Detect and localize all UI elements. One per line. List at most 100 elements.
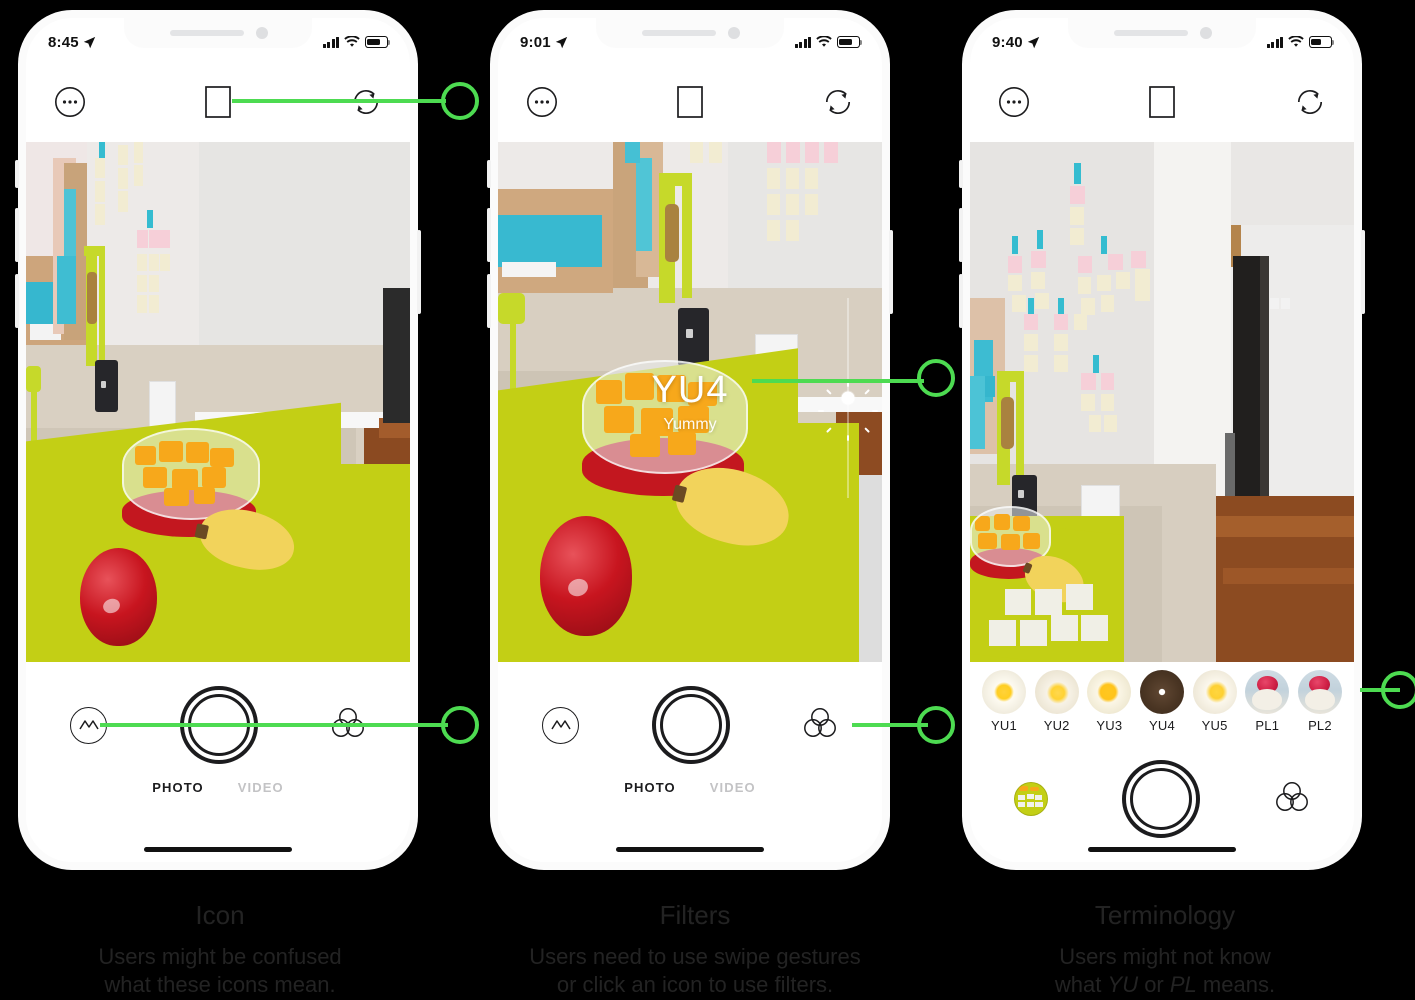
filter-thumbnail[interactable]	[1192, 670, 1237, 714]
volume-up-button[interactable]	[487, 208, 491, 262]
home-indicator[interactable]	[616, 847, 764, 852]
volume-up-button[interactable]	[15, 208, 19, 262]
filter-label: PL1	[1255, 718, 1280, 733]
filter-label: YU5	[1201, 718, 1228, 733]
photo-thumbnail-preview[interactable]	[1014, 782, 1048, 816]
callout-line-filters-icon-1	[100, 723, 448, 727]
filter-thumbnail[interactable]	[982, 670, 1026, 714]
exposure-slider[interactable]	[818, 298, 879, 498]
filter-item-pl1[interactable]: PL1	[1243, 670, 1291, 733]
battery-icon	[365, 36, 391, 48]
filter-thumbnail-selected[interactable]	[1139, 670, 1184, 714]
filters-three-circles-icon[interactable]	[802, 706, 838, 745]
tab-video[interactable]: VIDEO	[710, 780, 756, 795]
filter-item-yu3[interactable]: YU3	[1085, 670, 1133, 733]
notch	[596, 18, 784, 48]
phone-mockup-3: 9:40 YU1 YU2 YU3 YU4 YU5 PL1 PL2	[959, 10, 1365, 870]
status-time: 9:01	[520, 33, 551, 51]
camera-viewfinder-3[interactable]	[970, 142, 1354, 662]
shutter-button[interactable]	[651, 686, 730, 764]
caption-title: Filters	[657, 900, 733, 934]
caption-body: Users might be confused what these icons…	[10, 943, 430, 999]
camera-bottom-controls-3	[970, 748, 1354, 862]
mute-switch[interactable]	[959, 160, 963, 188]
earpiece-speaker	[642, 30, 716, 36]
home-indicator[interactable]	[144, 847, 292, 852]
camera-bottom-controls-1: PHOTO VIDEO	[26, 662, 410, 862]
power-button[interactable]	[417, 230, 421, 314]
aspect-ratio-icon[interactable]	[1149, 86, 1175, 118]
tab-photo[interactable]: PHOTO	[152, 780, 204, 795]
caption-line-1: Users might be confused	[98, 944, 342, 969]
filter-item-yu2[interactable]: YU2	[1033, 670, 1081, 733]
phone-mockup-2: 9:01 YU4 Yummy PHOTO VIDEO	[487, 10, 893, 870]
more-options-icon[interactable]	[998, 86, 1030, 118]
power-button[interactable]	[889, 230, 893, 314]
phone-screen-3: 9:40 YU1 YU2 YU3 YU4 YU5 PL1 PL2	[970, 18, 1354, 862]
caption-line-2: or click an icon to use filters.	[556, 972, 834, 998]
volume-down-button[interactable]	[15, 274, 19, 328]
phone-screen-2: 9:01 YU4 Yummy PHOTO VIDEO	[498, 18, 882, 862]
tab-video[interactable]: VIDEO	[238, 780, 284, 795]
location-arrow-icon	[83, 36, 96, 48]
status-time: 9:40	[992, 33, 1023, 51]
filter-item-yu1[interactable]: YU1	[980, 670, 1028, 733]
filter-strip[interactable]: YU1 YU2 YU3 YU4 YU5 PL1 PL2	[970, 662, 1354, 748]
caption-title: Icon	[193, 900, 247, 934]
filter-subtitle-label: Yummy	[663, 415, 717, 433]
mountain-filter-icon[interactable]	[542, 706, 579, 744]
filter-thumbnail[interactable]	[1297, 670, 1342, 714]
filter-thumbnail[interactable]	[1087, 670, 1132, 714]
aspect-ratio-icon[interactable]	[205, 86, 231, 118]
location-arrow-icon	[1027, 36, 1040, 48]
volume-up-button[interactable]	[959, 208, 963, 262]
front-camera	[728, 27, 740, 39]
battery-icon	[1309, 36, 1335, 48]
status-indicators	[1266, 32, 1335, 48]
caption-line2-pre: what	[1054, 972, 1108, 998]
tab-photo[interactable]: PHOTO	[624, 780, 676, 795]
camera-top-toolbar-2	[498, 62, 882, 142]
power-button[interactable]	[1361, 230, 1365, 314]
volume-down-button[interactable]	[487, 274, 491, 328]
caption-line-2: what these icons mean.	[104, 972, 336, 998]
flip-camera-icon[interactable]	[1294, 86, 1326, 118]
captured-photo-room-scene	[26, 142, 410, 662]
shutter-row-3	[970, 760, 1354, 838]
phone-screen-1: 8:45 PHOTO VIDEO	[26, 18, 410, 862]
caption-body: Users need to use swipe gestures or clic…	[485, 943, 905, 999]
signal-bars-icon	[322, 36, 339, 48]
mute-switch[interactable]	[487, 160, 491, 188]
aspect-ratio-icon[interactable]	[677, 86, 703, 118]
volume-down-button[interactable]	[959, 274, 963, 328]
filter-name-label: YU4	[651, 368, 729, 411]
status-time: 8:45	[48, 33, 79, 51]
mute-switch[interactable]	[15, 160, 19, 188]
home-indicator[interactable]	[1088, 847, 1236, 852]
more-options-icon[interactable]	[526, 86, 558, 118]
shutter-button[interactable]	[1122, 760, 1200, 838]
filter-thumbnail[interactable]	[1034, 670, 1079, 714]
status-time-group: 9:01	[520, 30, 568, 51]
callout-marker-flip-camera	[441, 82, 479, 120]
camera-viewfinder-2[interactable]: YU4 Yummy	[498, 142, 882, 662]
notch	[1068, 18, 1256, 48]
live-preview-wide-room-scene	[970, 142, 1354, 662]
more-options-icon[interactable]	[54, 86, 86, 118]
front-camera	[1200, 27, 1212, 39]
flip-camera-icon[interactable]	[822, 86, 854, 118]
filter-thumbnail[interactable]	[1245, 670, 1290, 714]
filter-item-pl2[interactable]: PL2	[1296, 670, 1344, 733]
filter-item-yu5[interactable]: YU5	[1191, 670, 1239, 733]
filters-three-circles-icon[interactable]	[1274, 780, 1310, 819]
filter-label: PL2	[1308, 718, 1332, 733]
filter-item-yu4-selected[interactable]: YU4	[1138, 670, 1186, 733]
camera-viewfinder-1[interactable]	[26, 142, 410, 662]
filter-label: YU1	[991, 718, 1017, 733]
term-pl: PL	[1169, 972, 1197, 998]
caption-line-1: Users need to use swipe gestures	[529, 944, 861, 969]
callout-marker-filters-icon-1	[441, 706, 479, 744]
signal-bars-icon	[794, 36, 811, 48]
callout-marker-filter-overlay	[917, 359, 955, 397]
capture-mode-tabs-2: PHOTO VIDEO	[498, 780, 882, 795]
